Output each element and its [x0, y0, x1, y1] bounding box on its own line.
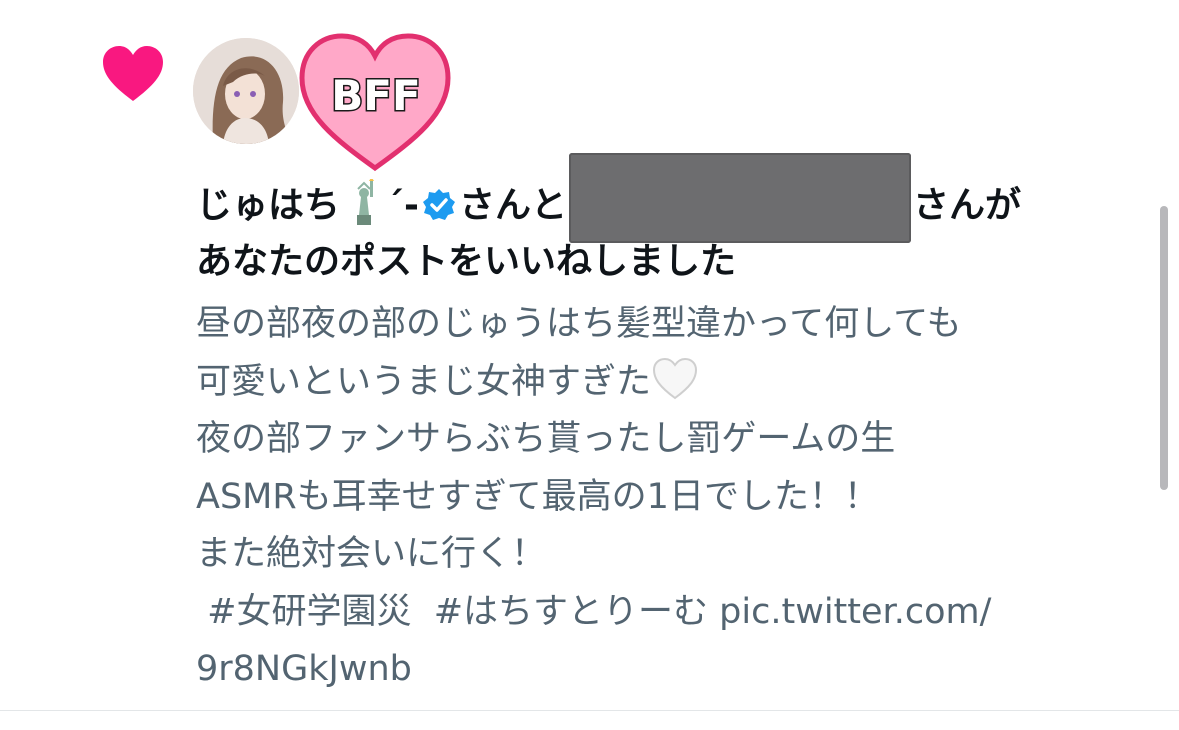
post-text[interactable]: 昼の部夜の部のじゅうはち髪型違かって何しても可愛いというまじ女神すぎた 夜の部フ… [196, 296, 1156, 699]
avatar[interactable] [193, 38, 299, 144]
post-line: 9r8NGkJwnb [196, 649, 412, 689]
divider [0, 710, 1179, 711]
post-line: ASMRも耳幸せすぎて最高の1日でした！！ [196, 476, 879, 517]
statue-of-liberty-icon [357, 179, 375, 225]
post-line: 可愛いというまじ女神すぎた [196, 354, 1156, 412]
connector-text: さんと [458, 185, 567, 226]
verified-badge-icon [422, 189, 455, 220]
post-line: 夜の部ファンサらぶち貰ったし罰ゲームの生 [196, 419, 896, 459]
heart-icon [103, 46, 163, 101]
action-text: あなたのポストをいいねしました [196, 241, 737, 282]
scrollbar[interactable] [1160, 206, 1168, 490]
bff-badge-text: BFF [331, 71, 420, 120]
post-line: 昼の部夜の部のじゅうはち髪型違かって何しても [196, 304, 962, 344]
post-line: #女研学園災 #はちすとりーむ pic.twitter.com/ [196, 591, 992, 632]
white-heart-icon [653, 357, 698, 399]
bff-heart-badge: BFF [299, 33, 451, 172]
user1-name[interactable]: じゅはち [196, 185, 340, 226]
post-line: また絶対会いに行く！ [196, 534, 547, 574]
redacted-username [568, 153, 911, 243]
notification-headline: じゅはち ´- さんと さんが あなたのポストをいいねしました [196, 153, 1136, 290]
user1-suffix: ´- [386, 185, 419, 226]
connector-end-text: さんが [912, 185, 1021, 226]
like-notification[interactable]: BFF じゅはち ´- さんと さんが あなたのポストをいいねしました 昼の部夜の… [0, 0, 1179, 712]
